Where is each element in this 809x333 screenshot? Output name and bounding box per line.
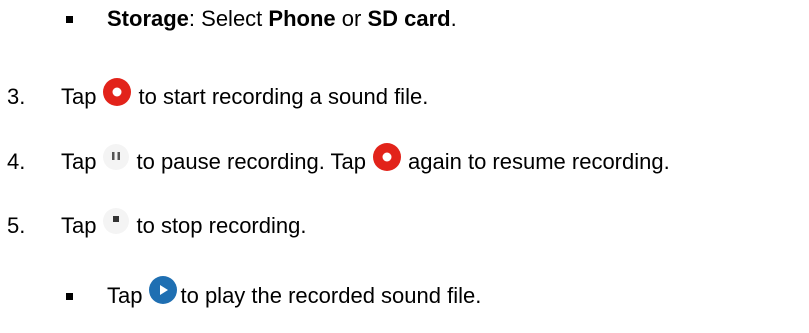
- storage-period: .: [450, 6, 457, 31]
- play-icon: [148, 275, 178, 305]
- play-text: Tap: [107, 283, 143, 308]
- record-icon: [102, 77, 132, 107]
- storage-option-sdcard: SD card: [367, 6, 451, 31]
- step-text: Tap: [61, 84, 97, 109]
- storage-option-phone: Phone: [268, 6, 336, 31]
- step-text: again to resume recording.: [408, 149, 670, 174]
- pause-icon: [102, 143, 130, 171]
- play-text: to play the recorded sound file.: [180, 283, 482, 308]
- bullet-marker: [66, 293, 73, 300]
- step-text: Tap: [61, 213, 97, 238]
- storage-line: Storage: Select Phone or SD card.: [107, 5, 457, 33]
- step-4: Tap to pause recording. Tap again to res…: [61, 143, 670, 176]
- step-text: to start recording a sound file.: [138, 84, 429, 109]
- step-text: to stop recording.: [136, 213, 307, 238]
- bullet-marker: [66, 16, 73, 23]
- step-number: 5.: [7, 213, 26, 238]
- storage-text-or: or: [335, 6, 368, 31]
- step-number: 3.: [7, 84, 26, 109]
- storage-text: : Select: [188, 6, 269, 31]
- play-line: Tap to play the recorded sound file.: [107, 276, 482, 310]
- record-icon: [372, 142, 402, 172]
- step-3: Tap to start recording a sound file.: [61, 78, 429, 111]
- step-number: 4.: [7, 149, 26, 174]
- step-text: to pause recording. Tap: [136, 149, 367, 174]
- step-text: Tap: [61, 149, 97, 174]
- storage-label: Storage: [107, 6, 189, 31]
- step-5: Tap to stop recording.: [61, 208, 307, 240]
- stop-icon: [102, 207, 130, 235]
